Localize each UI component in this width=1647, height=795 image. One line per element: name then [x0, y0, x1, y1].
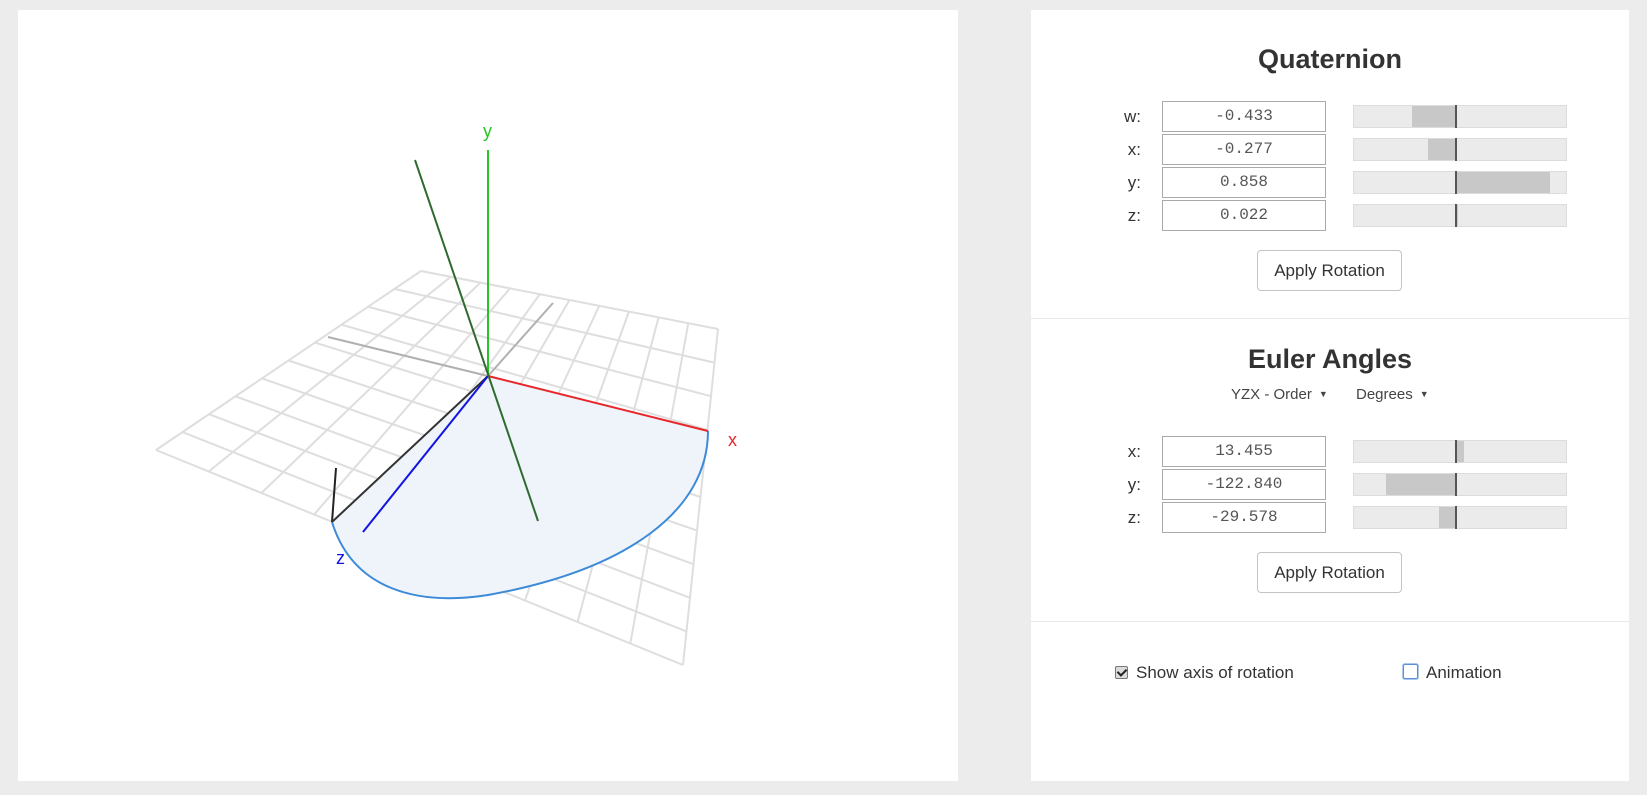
quaternion-input[interactable]: 0.858: [1162, 167, 1326, 198]
angle-unit-dropdown[interactable]: Degrees ▼: [1356, 386, 1429, 403]
z-axis-label: z: [336, 548, 345, 568]
quaternion-label: x:: [1127, 140, 1141, 159]
apply-quaternion-button[interactable]: Apply Rotation: [1257, 250, 1402, 291]
section-divider: [1031, 621, 1629, 622]
euler-slider-fill: [1455, 441, 1464, 462]
show-axis-checkbox[interactable]: [1115, 666, 1128, 679]
quaternion-input[interactable]: 0.022: [1162, 200, 1326, 231]
euler-slider[interactable]: [1353, 506, 1567, 529]
euler-slider-center-mark: [1454, 473, 1457, 496]
rotation-arc-fill: [332, 376, 708, 599]
rotated-y-axis-black: [331, 467, 337, 523]
quaternion-label: w:: [1124, 107, 1141, 126]
rotation-order-value: YZX - Order: [1231, 386, 1312, 403]
rotated-z-axis-gray: [487, 302, 554, 377]
euler-input[interactable]: -122.840: [1162, 469, 1326, 500]
quaternion-slider-center-mark: [1454, 138, 1457, 161]
euler-slider[interactable]: [1353, 440, 1567, 463]
y-axis-label: y: [483, 121, 492, 141]
animation-checkbox[interactable]: [1403, 664, 1418, 679]
euler-label: z:: [1127, 508, 1141, 527]
quaternion-slider-fill: [1455, 172, 1551, 193]
euler-label: x:: [1127, 442, 1141, 461]
euler-input[interactable]: 13.455: [1162, 436, 1326, 467]
quaternion-slider-fill: [1411, 106, 1456, 127]
quaternion-slider-center-mark: [1454, 171, 1457, 194]
euler-slider-center-mark: [1454, 506, 1457, 529]
rotation-order-dropdown[interactable]: YZX - Order ▼: [1231, 386, 1328, 403]
angle-unit-value: Degrees: [1356, 386, 1413, 403]
quaternion-input[interactable]: -0.277: [1162, 134, 1326, 165]
euler-slider-fill: [1439, 507, 1456, 528]
euler-slider-center-mark: [1454, 440, 1457, 463]
section-divider: [1031, 318, 1629, 319]
apply-euler-button[interactable]: Apply Rotation: [1257, 552, 1402, 593]
quaternion-slider[interactable]: [1353, 171, 1567, 194]
quaternion-slider-fill: [1427, 139, 1456, 160]
euler-slider-fill: [1386, 474, 1456, 495]
show-axis-label: Show axis of rotation: [1136, 663, 1294, 682]
quaternion-slider[interactable]: [1353, 204, 1567, 227]
euler-slider[interactable]: [1353, 473, 1567, 496]
quaternion-title: Quaternion: [1257, 44, 1402, 74]
quaternion-slider[interactable]: [1353, 138, 1567, 161]
show-axis-option[interactable]: Show axis of rotation: [1115, 663, 1294, 683]
quaternion-input[interactable]: -0.433: [1162, 101, 1326, 132]
quaternion-slider-center-mark: [1454, 105, 1457, 128]
control-panel: Quaternion w: -0.433 x: -0.277 y: 0.858 z: 0.02…: [1031, 10, 1629, 781]
quaternion-label: y:: [1127, 173, 1141, 192]
scene-canvas[interactable]: x y z: [18, 10, 958, 781]
x-axis-label: x: [728, 430, 737, 450]
animation-option[interactable]: Animation: [1403, 663, 1502, 683]
quaternion-slider-center-mark: [1454, 204, 1457, 227]
3d-viewport[interactable]: x y z: [18, 10, 958, 781]
caret-down-icon: ▼: [1419, 389, 1429, 399]
euler-label: y:: [1127, 475, 1141, 494]
quaternion-label: z:: [1127, 206, 1141, 225]
animation-label: Animation: [1426, 663, 1502, 682]
euler-input[interactable]: -29.578: [1162, 502, 1326, 533]
grid-line: [682, 328, 719, 666]
euler-title: Euler Angles: [1247, 344, 1413, 374]
quaternion-slider[interactable]: [1353, 105, 1567, 128]
caret-down-icon: ▼: [1318, 389, 1328, 399]
